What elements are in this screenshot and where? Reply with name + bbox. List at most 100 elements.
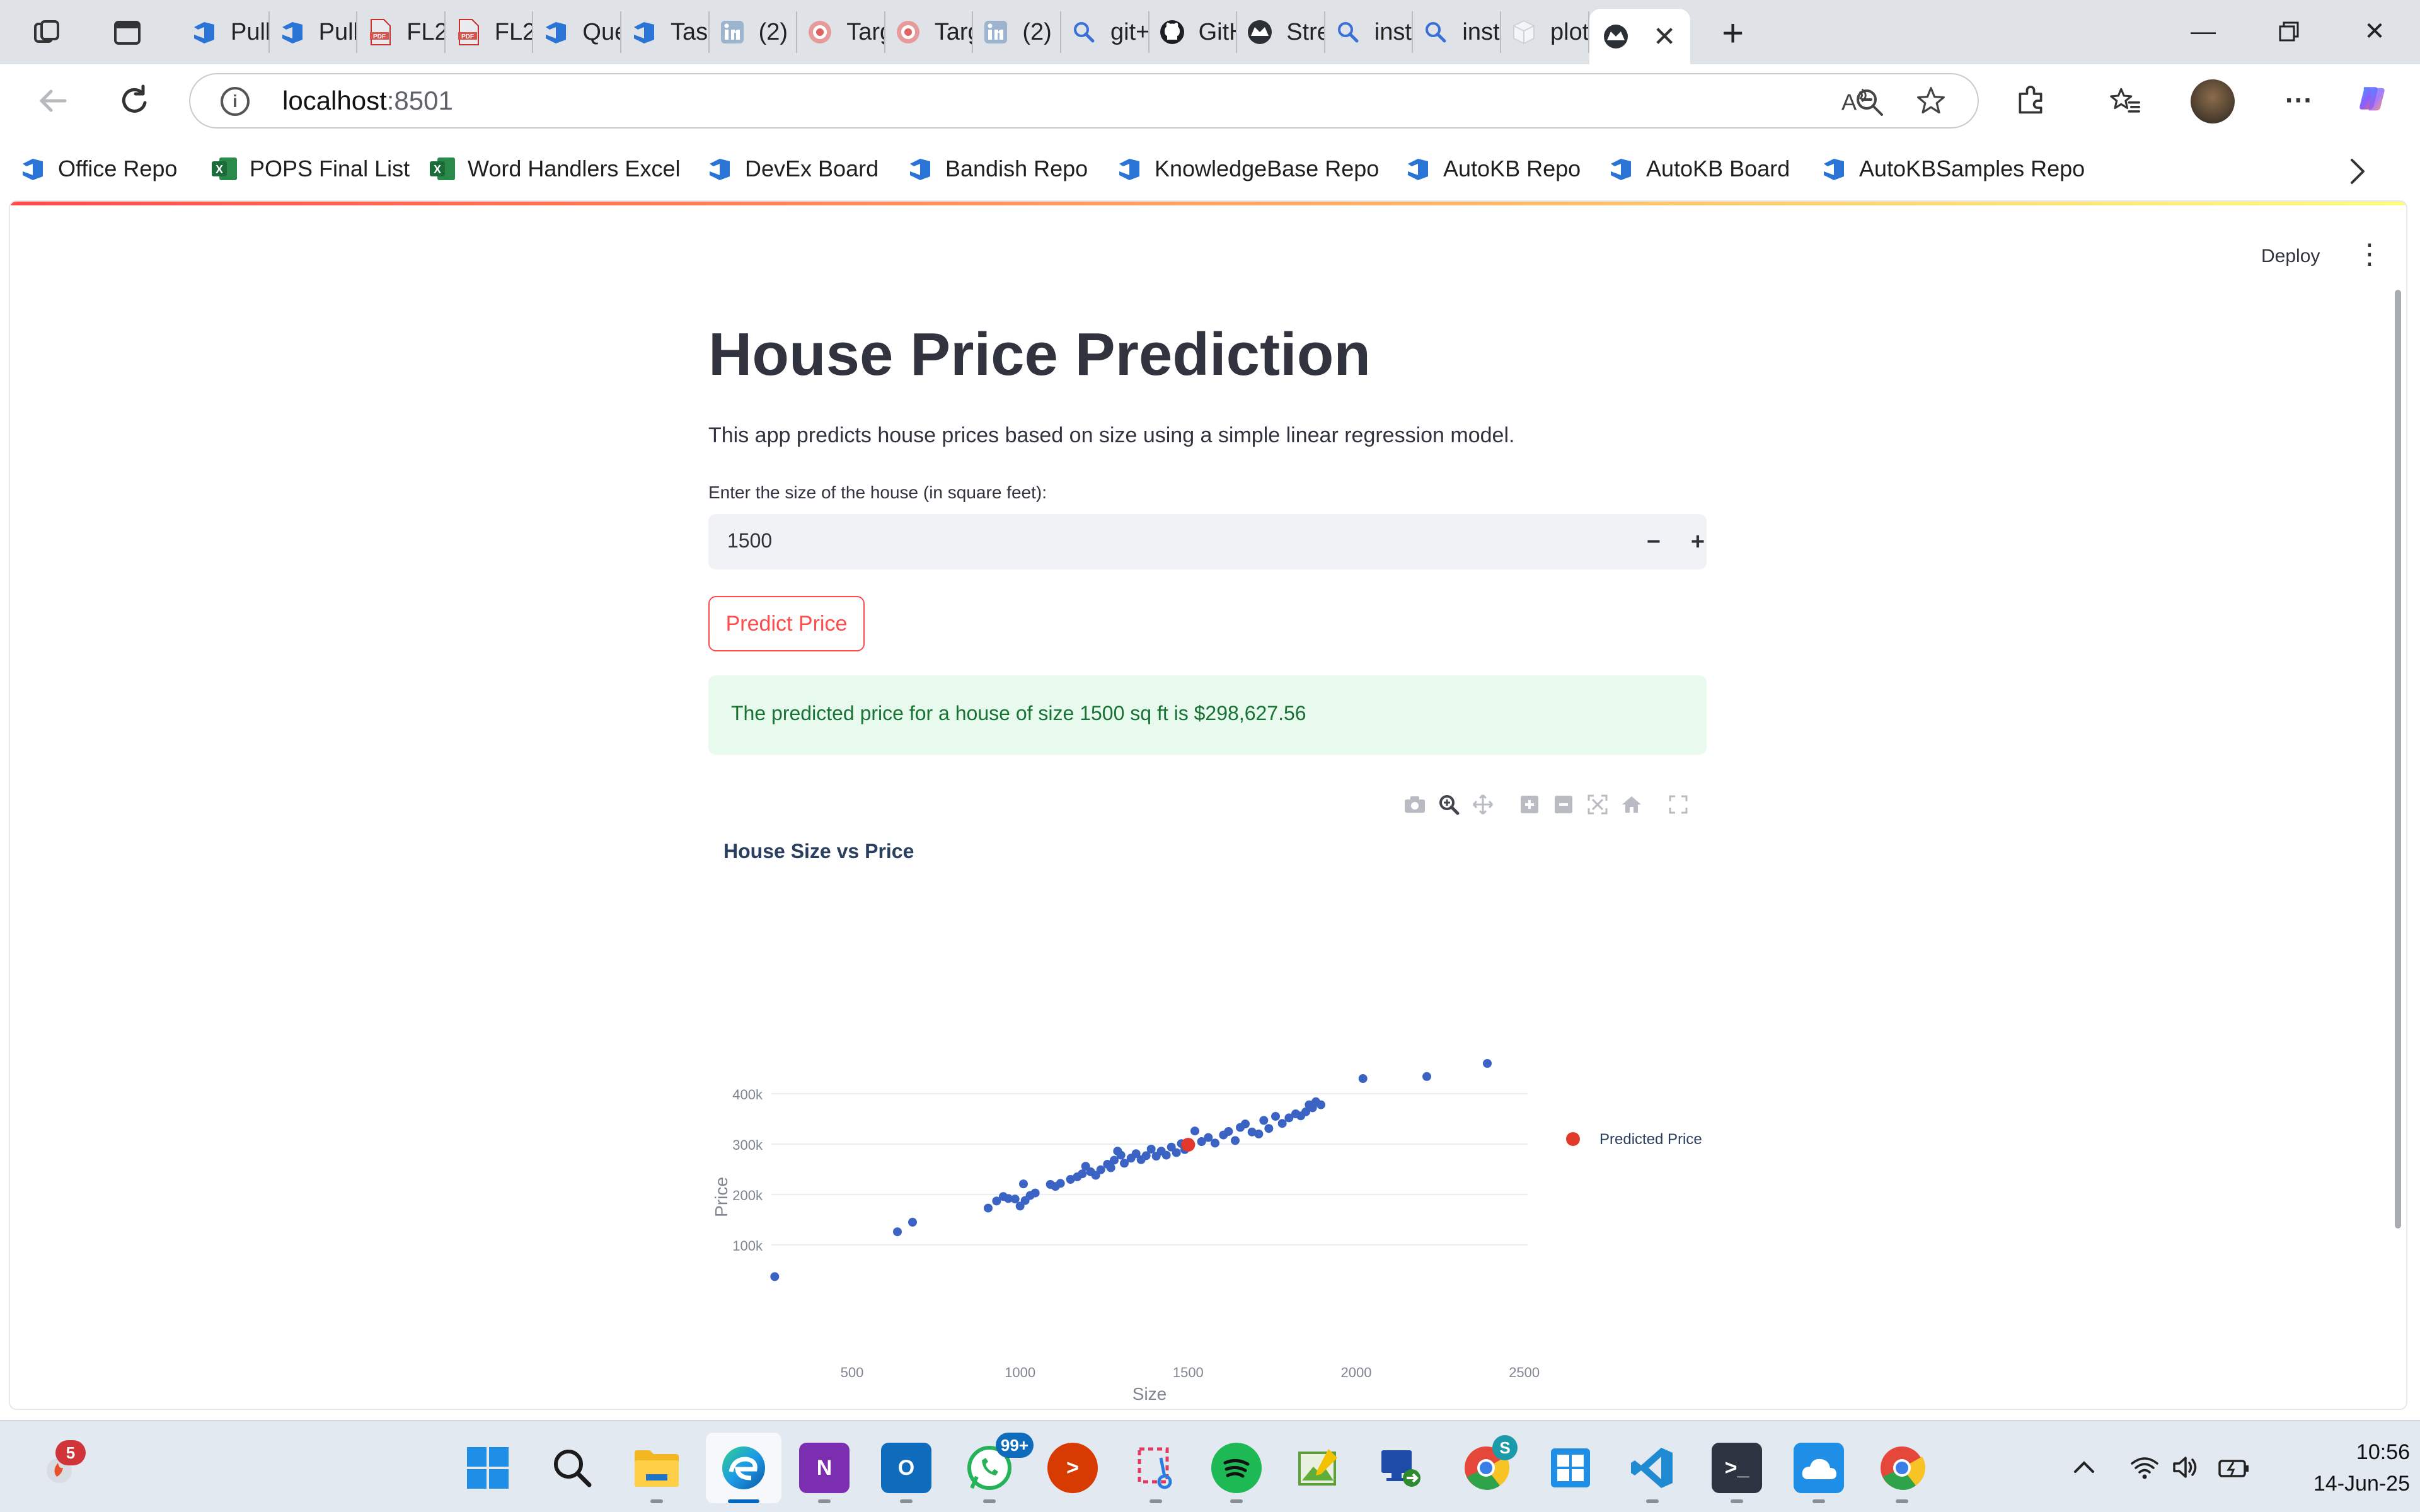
back-button[interactable] [33, 81, 73, 121]
bookmark-item[interactable]: AutoKB Board [1607, 151, 1790, 186]
minimize-button[interactable]: — [2165, 13, 2241, 50]
prediction-success-alert: The predicted price for a house of size … [708, 675, 1707, 755]
bookmark-item[interactable]: AutoKB Repo [1404, 151, 1581, 186]
data-point [1241, 1120, 1250, 1128]
predicted-point [1181, 1138, 1196, 1152]
azure-devops-icon [1820, 155, 1848, 183]
browser-tab-label: FL20 [494, 18, 533, 45]
legend-label: Predicted Price [1599, 1131, 1702, 1148]
bookmark-label: AutoKB Board [1646, 156, 1790, 181]
deploy-button[interactable]: Deploy [2261, 246, 2320, 267]
close-window-button[interactable]: ✕ [2337, 13, 2412, 50]
main-menu-icon[interactable]: ⋮ [2356, 241, 2383, 268]
browser-tab[interactable]: insta [1413, 11, 1501, 53]
browser-tab[interactable]: Pull [182, 11, 270, 53]
bookmark-item[interactable]: KnowledgeBase Repo [1115, 151, 1379, 186]
snipping-tool-icon[interactable] [1131, 1443, 1181, 1493]
favorites-list-icon[interactable] [2110, 86, 2140, 116]
browser-tab[interactable]: Targ [797, 11, 885, 53]
read-aloud-icon[interactable]: A [1840, 86, 1870, 116]
onenote-icon[interactable]: N [799, 1443, 850, 1493]
battery-icon[interactable] [2218, 1452, 2250, 1483]
browser-tab-active[interactable]: ✕ [1589, 9, 1690, 64]
bookmark-label: Word Handlers Excel [468, 156, 681, 181]
bookmark-item[interactable]: X POPS Final List [210, 151, 410, 186]
copilot-icon[interactable] [2357, 83, 2387, 113]
size-number-input[interactable]: 1500 − + [708, 514, 1707, 570]
restore-button[interactable] [2251, 13, 2327, 50]
browser-tab[interactable]: Que [533, 11, 621, 53]
browser-tab[interactable]: Pull [270, 11, 358, 53]
browser-tab[interactable]: insta [1325, 11, 1414, 53]
file-explorer-icon[interactable] [631, 1443, 682, 1493]
search-icon [1422, 18, 1449, 46]
bookmark-item[interactable]: AutoKBSamples Repo [1820, 151, 2085, 186]
spotify-icon[interactable] [1211, 1443, 1262, 1493]
workspaces-icon[interactable] [28, 14, 66, 52]
browser-tab[interactable]: PDF FL20 [357, 11, 446, 53]
tab-actions-icon[interactable] [108, 14, 146, 52]
size-input-value[interactable]: 1500 [727, 529, 772, 553]
profile-avatar[interactable] [2191, 79, 2235, 123]
browser-tab-label: Targ [846, 18, 884, 45]
onedrive-icon[interactable] [1794, 1443, 1844, 1493]
clock-date[interactable]: 14-Jun-25 [2284, 1472, 2410, 1496]
terminal-icon[interactable]: >_ [1712, 1443, 1762, 1493]
data-point [1172, 1148, 1181, 1157]
browser-tab[interactable]: plotl [1501, 11, 1589, 53]
bookmark-item[interactable]: Bandish Repo [906, 151, 1088, 186]
browser-tab[interactable]: PDF FL20 [446, 11, 534, 53]
start-icon[interactable] [463, 1443, 513, 1493]
browser-tab[interactable]: Task [621, 11, 710, 53]
house-size-price-chart[interactable]: House Size vs Price 100k 200k 300k 400k 500 10… [708, 788, 1717, 1410]
active-indicator [728, 1499, 759, 1503]
browser-tab[interactable]: (2) F [710, 11, 798, 53]
edge-browser-icon[interactable] [718, 1443, 769, 1493]
extensions-icon[interactable] [2015, 86, 2046, 116]
volume-icon[interactable] [2170, 1452, 2202, 1483]
browser-tab[interactable]: Strea [1237, 11, 1325, 53]
azure-devops-icon [630, 18, 658, 46]
azure-devops-icon [19, 155, 47, 183]
data-point [1030, 1188, 1040, 1198]
photos-editor-icon[interactable] [1293, 1443, 1344, 1493]
chrome-profile-icon[interactable]: S [1461, 1435, 1518, 1493]
browser-tab[interactable]: Targ [885, 11, 974, 53]
whatsapp-icon[interactable]: 99+ [964, 1433, 1034, 1493]
vscode-icon[interactable] [1627, 1443, 1678, 1493]
browser-tab-label: Pull [231, 18, 270, 45]
svg-text:X: X [216, 163, 223, 176]
devhome-icon[interactable]: > [1047, 1443, 1098, 1493]
bookmark-item[interactable]: X Word Handlers Excel [429, 151, 680, 186]
browser-tab[interactable]: GitH [1150, 11, 1238, 53]
predict-price-button[interactable]: Predict Price [708, 596, 865, 651]
clock-time[interactable]: 10:56 [2309, 1440, 2410, 1465]
target-icon [894, 18, 922, 46]
increment-button[interactable]: + [1679, 523, 1717, 561]
remote-desktop-icon[interactable] [1376, 1443, 1427, 1493]
notification-icon[interactable]: 5 [34, 1440, 86, 1493]
new-tab-button[interactable]: + [1714, 12, 1752, 54]
favorite-star-icon[interactable] [1916, 86, 1946, 116]
address-bar[interactable]: i localhost:8501 [189, 73, 1979, 129]
browser-tab[interactable]: git+ [1061, 11, 1150, 53]
wifi-icon[interactable] [2129, 1452, 2160, 1483]
bookmark-item[interactable]: Office Repo [19, 151, 177, 186]
chevron-right-icon[interactable] [2344, 156, 2370, 193]
page-scrollbar[interactable] [2395, 290, 2401, 1228]
site-info-icon[interactable]: i [221, 87, 250, 116]
search-icon[interactable] [547, 1443, 597, 1493]
data-point [1019, 1179, 1028, 1189]
browser-tab[interactable]: (2) N [973, 11, 1061, 53]
refresh-button[interactable] [115, 81, 155, 121]
decrement-button[interactable]: − [1635, 523, 1673, 561]
close-tab-icon[interactable]: ✕ [1653, 21, 1676, 53]
linkedin-icon [982, 18, 1010, 46]
chevron-up-icon[interactable] [2068, 1452, 2100, 1483]
outlook-icon[interactable]: O [881, 1443, 931, 1493]
data-point [1264, 1124, 1274, 1133]
more-menu-icon[interactable]: ··· [2284, 85, 2314, 116]
bookmark-item[interactable]: DevEx Board [706, 151, 879, 186]
chrome-icon[interactable] [1877, 1443, 1927, 1493]
windows-store-icon[interactable] [1545, 1443, 1596, 1493]
